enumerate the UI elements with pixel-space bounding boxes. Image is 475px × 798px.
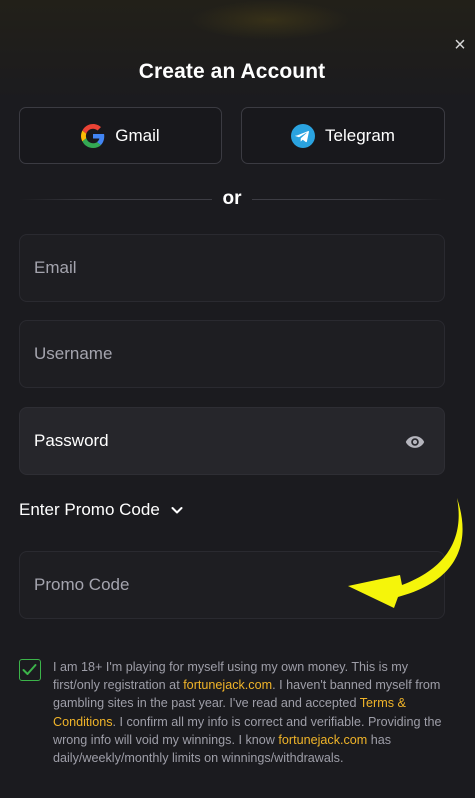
promo-code-toggle[interactable]: Enter Promo Code xyxy=(19,497,184,523)
chevron-down-icon xyxy=(170,503,184,517)
promo-toggle-label: Enter Promo Code xyxy=(19,500,160,519)
gmail-label: Gmail xyxy=(115,125,160,145)
fortunejack-link[interactable]: fortunejack.com xyxy=(183,678,272,692)
consent-checkbox[interactable] xyxy=(19,659,41,681)
close-button[interactable]: × xyxy=(450,35,470,55)
google-icon xyxy=(81,123,105,148)
telegram-button[interactable]: Telegram xyxy=(241,107,445,164)
divider-right xyxy=(252,199,445,200)
telegram-label: Telegram xyxy=(325,125,395,145)
divider-left xyxy=(19,199,212,200)
page-title: Create an Account xyxy=(138,60,326,83)
username-field[interactable] xyxy=(20,321,444,387)
fortunejack-link[interactable]: fortunejack.com xyxy=(278,733,367,747)
email-field[interactable] xyxy=(20,235,444,301)
divider-text: or xyxy=(222,188,242,209)
eye-icon[interactable] xyxy=(404,432,426,452)
telegram-icon xyxy=(291,123,316,148)
consent-text: I am 18+ I'm playing for myself using my… xyxy=(53,658,453,767)
gmail-button[interactable]: Gmail xyxy=(19,107,222,164)
background-glow xyxy=(190,0,350,40)
password-field-container xyxy=(19,407,445,475)
arrow-icon xyxy=(348,498,463,608)
check-icon xyxy=(22,664,37,675)
password-field[interactable] xyxy=(20,408,444,474)
username-field-container xyxy=(19,320,445,388)
email-field-container xyxy=(19,234,445,302)
